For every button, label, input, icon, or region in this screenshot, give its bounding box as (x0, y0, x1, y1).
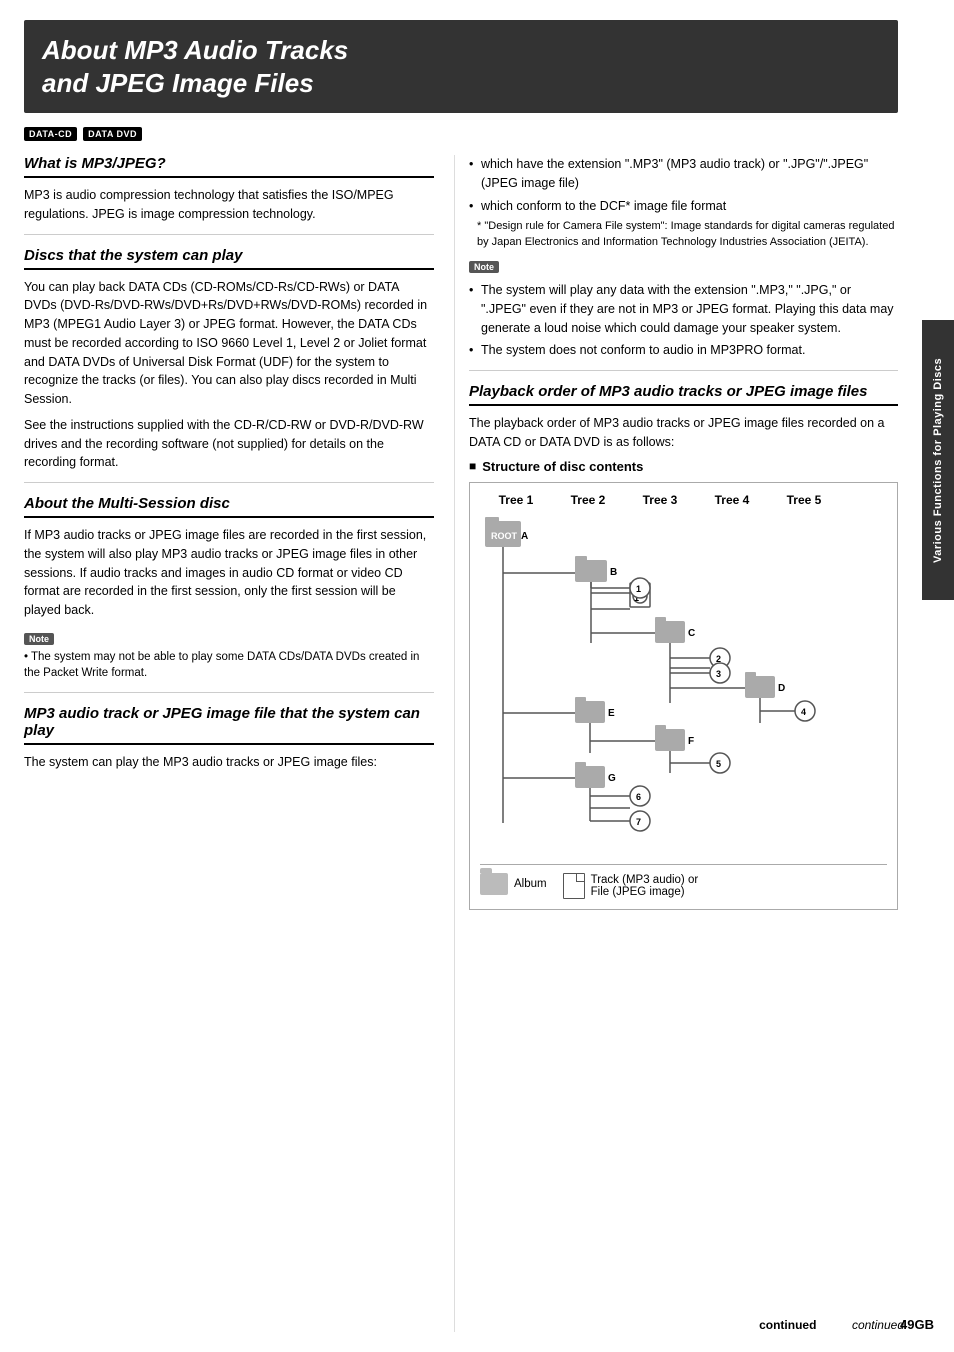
mp3-file-heading: MP3 audio track or JPEG image file that … (24, 705, 434, 745)
tree-label-4: Tree 4 (696, 493, 768, 507)
svg-text:3: 3 (716, 669, 721, 679)
svg-text:B: B (610, 567, 617, 578)
mp3-bullets: which have the extension ".MP3" (MP3 aud… (469, 155, 898, 215)
bullet-dcf: which conform to the DCF* image file for… (469, 197, 898, 216)
tree-label-1: Tree 1 (480, 493, 552, 507)
note-bullet-2: The system does not conform to audio in … (469, 341, 898, 360)
svg-text:G: G (608, 773, 616, 784)
what-is-body: MP3 is audio compression technology that… (24, 186, 434, 224)
playback-body: The playback order of MP3 audio tracks o… (469, 414, 898, 452)
bullet-mp3-ext: which have the extension ".MP3" (MP3 aud… (469, 155, 898, 193)
sidebar-tab: Various Functions for Playing Discs (922, 320, 954, 600)
right-note-bullets: The system will play any data with the e… (469, 281, 898, 360)
playback-heading: Playback order of MP3 audio tracks or JP… (469, 383, 898, 406)
svg-text:1: 1 (636, 584, 641, 594)
title-box: About MP3 Audio Tracks and JPEG Image Fi… (24, 20, 898, 113)
svg-text:ROOT: ROOT (491, 531, 518, 541)
multi-session-note: • The system may not be able to play som… (24, 649, 434, 682)
file-icon (563, 873, 585, 899)
svg-text:F: F (688, 736, 694, 747)
mp3-file-body: The system can play the MP3 audio tracks… (24, 753, 434, 772)
album-label: Album (514, 878, 547, 890)
discs-body2: See the instructions supplied with the C… (24, 416, 434, 472)
svg-text:E: E (608, 708, 615, 719)
multi-session-note-label: Note (24, 633, 54, 645)
svg-text:6: 6 (636, 792, 641, 802)
legend-album: Album (480, 873, 547, 895)
asterisk-note: * "Design rule for Camera File system": … (477, 219, 898, 251)
what-is-heading: What is MP3/JPEG? (24, 155, 434, 178)
tree-labels-row: Tree 1 Tree 2 Tree 3 Tree 4 Tree 5 (480, 493, 887, 507)
multi-session-heading: About the Multi-Session disc (24, 495, 434, 518)
album-icon (480, 873, 508, 895)
file-label: Track (MP3 audio) or File (JPEG image) (591, 874, 699, 898)
discs-heading: Discs that the system can play (24, 247, 434, 270)
tree-svg: ROOT A B (480, 513, 840, 853)
svg-text:A: A (521, 531, 528, 542)
note-bullet-1: The system will play any data with the e… (469, 281, 898, 337)
right-column: which have the extension ".MP3" (MP3 aud… (454, 155, 898, 1332)
svg-text:5: 5 (716, 759, 721, 769)
badge-data-dvd: DATA DVD (83, 127, 142, 141)
tree-label-2: Tree 2 (552, 493, 624, 507)
discs-body1: You can play back DATA CDs (CD-ROMs/CD-R… (24, 278, 434, 409)
left-column: What is MP3/JPEG? MP3 is audio compressi… (24, 155, 454, 1332)
page-number: continued 49GB (759, 1317, 934, 1332)
tree-label-3: Tree 3 (624, 493, 696, 507)
svg-text:4: 4 (801, 707, 806, 717)
svg-text:C: C (688, 628, 695, 639)
tree-diagram: Tree 1 Tree 2 Tree 3 Tree 4 Tree 5 ROOT … (469, 482, 898, 910)
page-title: About MP3 Audio Tracks and JPEG Image Fi… (42, 34, 880, 99)
legend-file: Track (MP3 audio) or File (JPEG image) (563, 873, 699, 899)
legend: Album Track (MP3 audio) or File (JPEG im… (480, 864, 887, 899)
multi-session-body: If MP3 audio tracks or JPEG image files … (24, 526, 434, 620)
right-note-label: Note (469, 261, 499, 273)
structure-heading: Structure of disc contents (469, 459, 898, 474)
badge-row: DATA-CD DATA DVD (24, 127, 898, 141)
svg-text:D: D (778, 683, 785, 694)
tree-label-5: Tree 5 (768, 493, 840, 507)
svg-text:7: 7 (636, 817, 641, 827)
badge-data-cd: DATA-CD (24, 127, 77, 141)
